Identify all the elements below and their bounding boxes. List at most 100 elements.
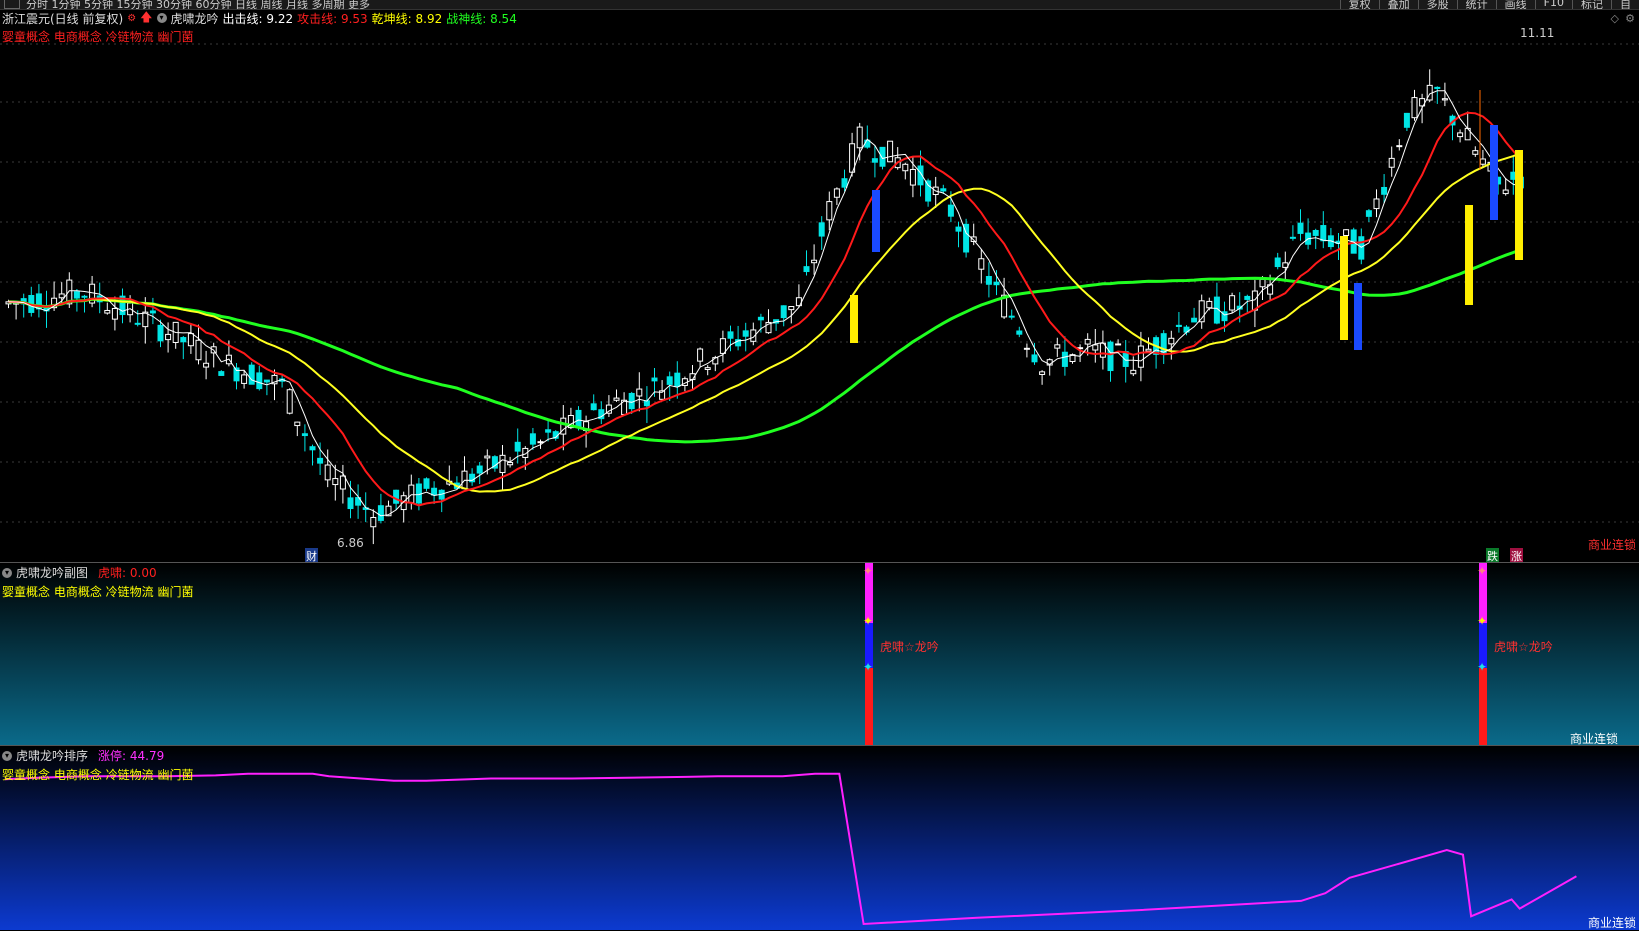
candle-body xyxy=(149,310,156,314)
candle-body xyxy=(309,446,316,451)
candle-body xyxy=(484,455,491,459)
candle-body xyxy=(575,409,582,427)
sub2-chart[interactable] xyxy=(0,746,1639,930)
candle-body xyxy=(757,316,764,321)
candle-body xyxy=(294,421,301,427)
sub1-background xyxy=(0,563,1639,745)
zhanshen-line xyxy=(8,248,1522,444)
candle-body xyxy=(263,379,270,383)
candle-body xyxy=(339,475,346,490)
sub1-col-red xyxy=(865,668,873,745)
candle-body xyxy=(537,441,544,444)
candle-body xyxy=(1502,189,1509,195)
candle-body xyxy=(286,389,293,414)
sub1-col-red xyxy=(1479,668,1487,745)
candle-body xyxy=(1023,347,1030,350)
candle-body xyxy=(727,331,734,339)
signal-bar xyxy=(1354,283,1362,350)
sub1-concepts: 婴童概念 电商概念 冷链物流 幽门菌 xyxy=(2,585,194,599)
candle-body xyxy=(613,397,620,401)
butterfly-icon: ✦ xyxy=(1477,614,1487,628)
candle-body xyxy=(545,429,552,433)
butterfly-icon: ✦ xyxy=(1477,564,1487,578)
candle-body xyxy=(408,484,415,504)
candle-body xyxy=(134,322,141,325)
sub2-concepts: 婴童概念 电商概念 冷链物流 幽门菌 xyxy=(2,768,194,782)
candle-body xyxy=(347,497,354,510)
candle-body xyxy=(195,339,202,361)
candle-body xyxy=(1479,158,1486,165)
butterfly-icon: ✦ xyxy=(863,660,873,674)
sub2-collapse-icon[interactable]: ▾ xyxy=(2,750,12,761)
candle-body xyxy=(180,337,187,343)
sub2-value: 涨停: 44.79 xyxy=(98,749,165,763)
main-lock-label: 商业连锁 xyxy=(1588,538,1637,552)
sub1-signal-label-2: 虎啸☆龙吟 xyxy=(1494,640,1553,654)
candle-body xyxy=(651,377,658,382)
candle-body xyxy=(856,126,863,149)
candle-body xyxy=(241,374,248,384)
candle-body xyxy=(1365,210,1372,217)
candle-body xyxy=(507,462,514,466)
candle-body xyxy=(370,516,377,528)
candle-body xyxy=(187,333,194,347)
candle-body xyxy=(301,433,308,437)
high-price-label: 11.11 xyxy=(1520,26,1555,40)
candle-body xyxy=(993,281,1000,286)
signal-bar xyxy=(1490,125,1498,220)
sub1-signal-label-1: 虎啸☆龙吟 xyxy=(880,640,939,654)
candle-body xyxy=(73,291,80,299)
candle-body xyxy=(1107,341,1114,372)
candle-body xyxy=(1206,300,1213,309)
candle-body xyxy=(940,188,947,192)
candle-body xyxy=(1145,348,1152,352)
candle-body xyxy=(674,372,681,387)
candle-body xyxy=(697,348,704,362)
candle-body xyxy=(955,226,962,232)
candle-body xyxy=(1403,112,1410,128)
gongji-line xyxy=(8,111,1522,507)
candle-body xyxy=(1137,345,1144,368)
main-price-chart[interactable] xyxy=(0,0,1639,560)
candle-body xyxy=(985,276,992,285)
candle-body xyxy=(1054,344,1061,349)
candle-body xyxy=(833,188,840,198)
candle-body xyxy=(1244,295,1251,300)
candle-body xyxy=(157,324,164,342)
candle-body xyxy=(803,266,810,273)
candle-body xyxy=(324,464,331,481)
sub1-collapse-icon[interactable]: ▾ xyxy=(2,567,12,578)
candle-body xyxy=(1259,278,1266,288)
sub1-header: ▾ 虎啸龙吟副图 虎啸: 0.00 xyxy=(2,564,157,581)
candle-body xyxy=(1130,369,1137,375)
candle-body xyxy=(1061,351,1068,367)
candle-body xyxy=(1358,236,1365,260)
candle-body xyxy=(514,441,521,452)
candle-body xyxy=(165,333,172,341)
sub1-chart[interactable]: ✦ ✦ ✦ ✦ ✦ ✦ xyxy=(0,563,1639,745)
candle-body xyxy=(887,140,894,163)
signal-bar xyxy=(1465,205,1473,305)
chuji-line xyxy=(8,90,1521,517)
candle-body xyxy=(628,392,635,410)
sub2-lock-label: 商业连锁 xyxy=(1588,916,1637,930)
candle-body xyxy=(1084,338,1091,345)
signal-bar xyxy=(850,295,858,343)
signal-bar xyxy=(1515,150,1523,260)
candle-body xyxy=(1388,157,1395,168)
candle-body xyxy=(1289,236,1296,239)
candle-body xyxy=(1441,98,1448,101)
candle-body xyxy=(666,376,673,385)
candle-body xyxy=(1031,354,1038,363)
candle-body xyxy=(841,178,848,188)
qiankun-line xyxy=(8,152,1522,493)
butterfly-icon: ✦ xyxy=(1477,660,1487,674)
candle-body xyxy=(1115,343,1122,346)
candle-body xyxy=(248,364,255,385)
candle-body xyxy=(393,489,400,504)
candle-body xyxy=(1175,324,1182,327)
signal-bar xyxy=(872,190,880,252)
candle-body xyxy=(256,372,263,390)
candle-body xyxy=(947,204,954,217)
candle-body xyxy=(1457,132,1464,138)
